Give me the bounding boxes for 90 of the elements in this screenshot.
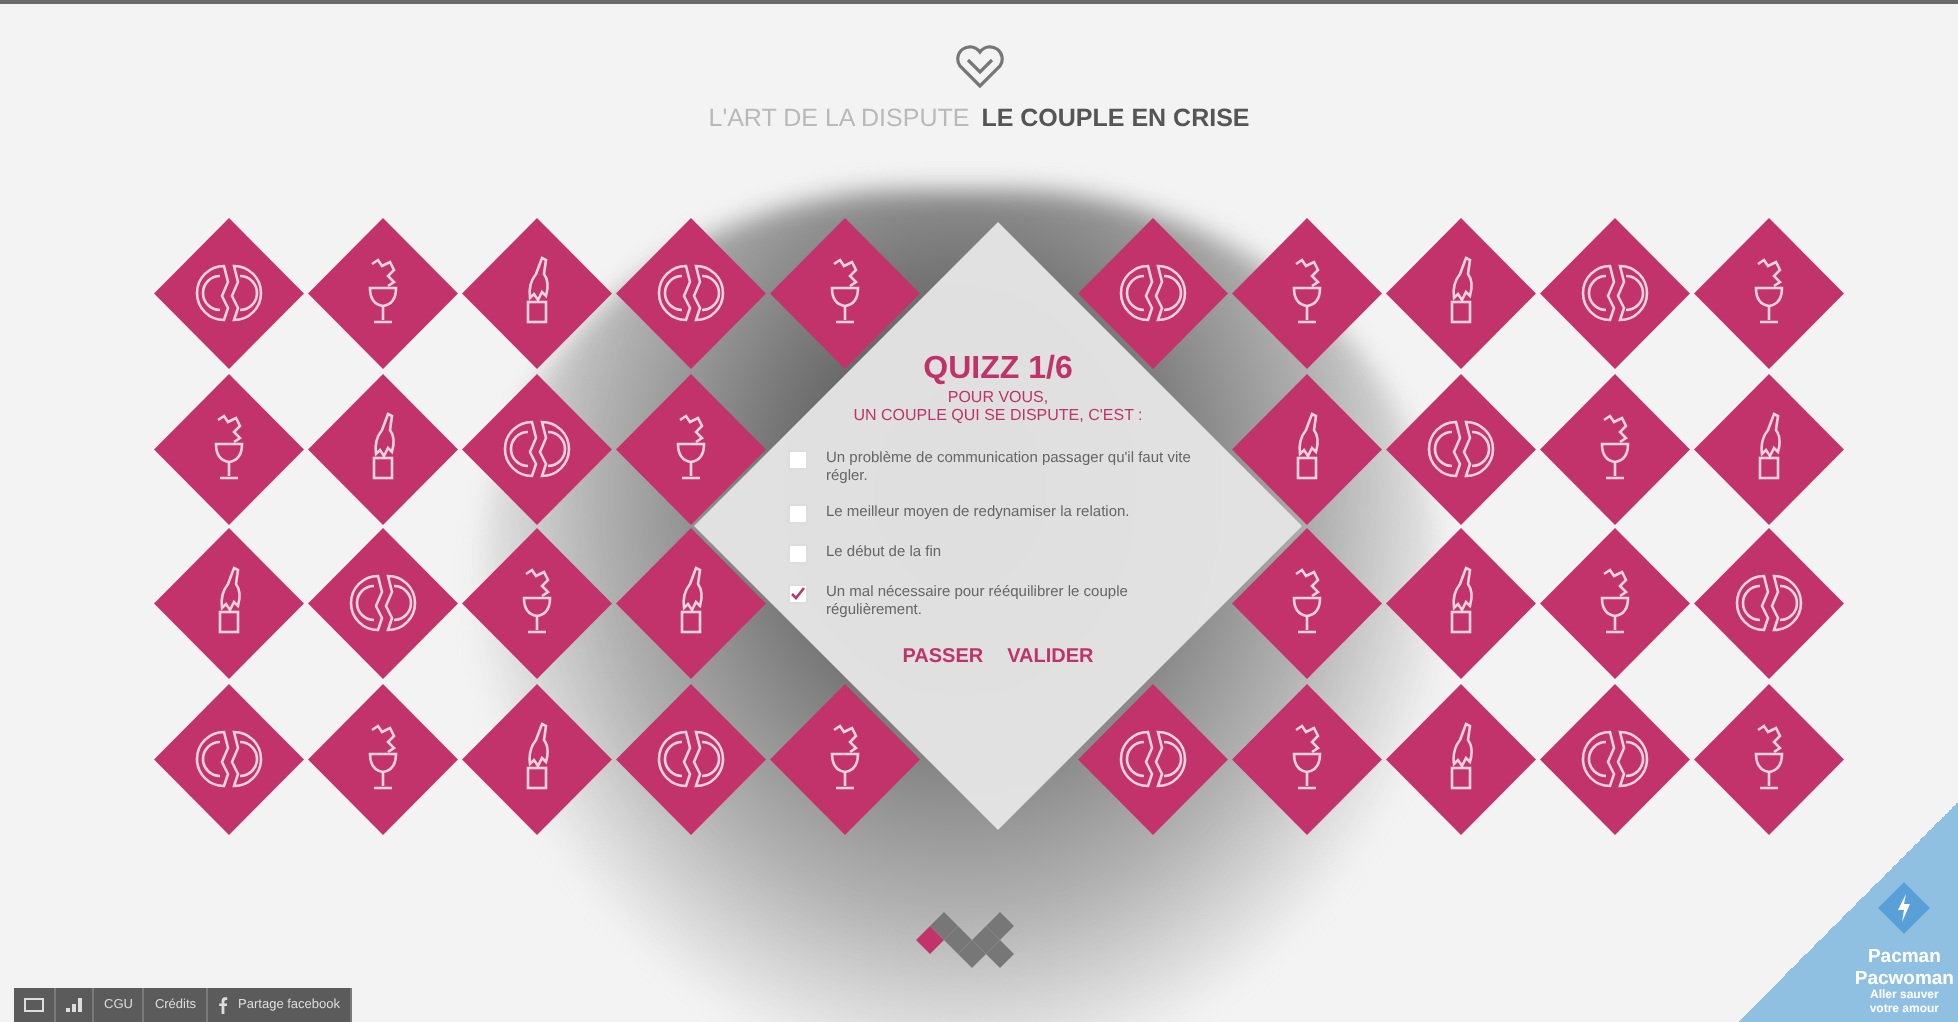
broken-glass-icon [830,258,860,324]
broken-bottle-icon [1450,256,1473,324]
broken-plate-icon [1581,264,1649,322]
diamond-tile[interactable] [306,216,460,371]
diamond-tile[interactable] [152,371,306,526]
diamond-tile[interactable] [768,681,922,836]
promo-title: Pacman [1867,946,1941,968]
checkbox[interactable] [788,450,808,470]
diamond-tile[interactable] [1692,216,1846,371]
bars-icon [66,998,82,1012]
diamond-tile[interactable] [614,526,768,681]
quiz-question: UN COUPLE QUI SE DISPUTE, C'EST : [853,406,1143,424]
diamond-tile[interactable] [614,216,768,371]
broken-bottle-icon [1296,411,1319,479]
broken-glass-icon [1600,568,1630,634]
broken-glass-icon [214,413,244,479]
broken-plate-icon [1581,729,1649,787]
diamond-tile[interactable] [1692,371,1846,526]
broken-bottle-icon [526,256,549,324]
diamond-tile[interactable] [152,681,306,836]
diamond-tile[interactable] [1230,371,1384,526]
broken-plate-icon [1427,419,1495,477]
broken-glass-icon [830,723,860,789]
broken-bottle-icon [372,411,395,479]
diamond-tile[interactable] [768,216,922,371]
diamond-tile[interactable] [152,526,306,681]
broken-plate-icon [503,419,571,477]
broken-glass-icon [1292,568,1322,634]
broken-plate-icon [1119,729,1187,787]
diamond-tile[interactable] [1230,526,1384,681]
broken-plate-icon [195,264,263,322]
heart-icon [953,44,1005,88]
diamond-tile[interactable] [1230,681,1384,836]
broken-glass-icon [676,413,706,479]
broken-glass-icon [368,723,398,789]
quiz-question: POUR VOUS, [947,388,1049,406]
diamond-tile[interactable] [1538,681,1692,836]
diamond-tile[interactable] [1076,681,1230,836]
broken-plate-icon [657,264,725,322]
diamond-tile[interactable] [306,371,460,526]
diamond-tile[interactable] [1538,371,1692,526]
diamond-tile[interactable] [306,681,460,836]
diamond-tile[interactable] [460,216,614,371]
lightning-icon [1878,882,1931,934]
broken-glass-icon [1292,258,1322,324]
diamond-tile[interactable] [1076,216,1230,371]
diamond-tile[interactable] [460,526,614,681]
diamond-tile[interactable] [1692,681,1846,836]
skip-button[interactable]: PASSER [902,646,984,668]
facebook-icon [218,996,229,1014]
broken-plate-icon [349,574,417,632]
diamond-tile[interactable] [614,371,768,526]
screen-icon [24,998,44,1012]
broken-plate-icon [1119,264,1187,322]
diamond-tile[interactable] [1692,526,1846,681]
site-title: L'ART DE LA DISPUTE [708,104,970,132]
diamond-tile[interactable] [1384,216,1538,371]
broken-bottle-icon [1450,566,1473,634]
broken-bottle-icon [526,721,549,789]
diamond-tile[interactable] [152,216,306,371]
diamond-tile[interactable] [1384,681,1538,836]
broken-bottle-icon [680,566,703,634]
broken-plate-icon [1735,574,1803,632]
diamond-tile[interactable] [306,526,460,681]
broken-glass-icon [522,568,552,634]
checkbox[interactable] [788,504,808,524]
broken-glass-icon [1600,413,1630,479]
diamond-tile[interactable] [1384,526,1538,681]
diamond-tile[interactable] [1384,371,1538,526]
promo-title: Pacwoman [1854,968,1954,990]
broken-glass-icon [1754,258,1784,324]
diamond-tile[interactable] [460,371,614,526]
broken-plate-icon [195,729,263,787]
broken-plate-icon [657,729,725,787]
broken-glass-icon [1754,723,1784,789]
checkbox[interactable] [788,584,808,604]
broken-bottle-icon [218,566,241,634]
broken-bottle-icon [1758,411,1781,479]
diamond-tile[interactable] [460,681,614,836]
diamond-tile[interactable] [1230,216,1384,371]
broken-glass-icon [1292,723,1322,789]
diamond-tile[interactable] [1538,526,1692,681]
checkbox[interactable] [788,544,808,564]
page-title: LE COUPLE EN CRISE [981,104,1250,132]
diamond-tile[interactable] [1538,216,1692,371]
quiz-title: QUIZZ 1/6 [923,352,1073,388]
diamond-tile[interactable] [614,681,768,836]
submit-button[interactable]: VALIDER [1007,646,1094,668]
broken-glass-icon [368,258,398,324]
broken-bottle-icon [1450,721,1473,789]
